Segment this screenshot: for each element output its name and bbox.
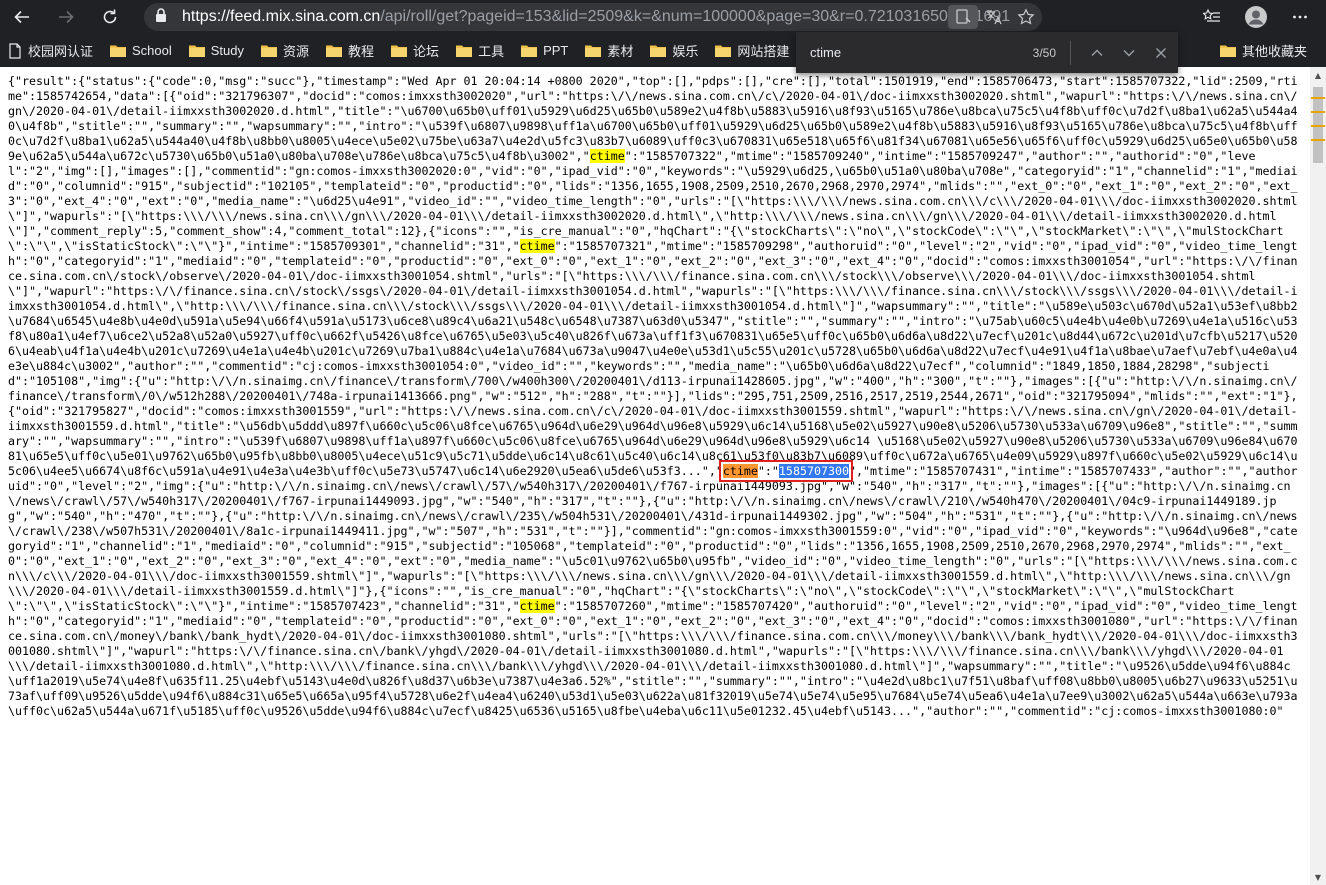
page-content: {"result":{"status":{"code":0,"msg":"suc…	[0, 67, 1310, 885]
bookmark-folder-forums[interactable]: 论坛	[383, 38, 448, 64]
find-input[interactable]: ctime	[810, 45, 996, 60]
star-icon	[1017, 8, 1035, 25]
scroll-down-arrow-icon[interactable]: ▼	[1310, 869, 1326, 885]
folder-icon	[110, 44, 127, 57]
chevron-down-icon	[1123, 49, 1135, 56]
folder-icon	[715, 44, 732, 57]
find-match-current: ctime	[722, 464, 758, 478]
bookmark-label: 工具	[478, 44, 505, 59]
folder-icon	[188, 44, 205, 57]
bookmark-label: 其他收藏夹	[1241, 44, 1307, 59]
folder-icon	[585, 44, 602, 57]
bookmark-folder-study[interactable]: Study	[181, 38, 253, 64]
scroll-up-arrow-icon[interactable]: ▲	[1310, 67, 1326, 83]
bookmark-item-campus-auth[interactable]: 校园网认证	[0, 38, 102, 64]
bookmark-folder-resources[interactable]: 资源	[253, 38, 318, 64]
settings-more-button[interactable]	[1278, 0, 1322, 34]
bookmark-label: Study	[210, 43, 245, 58]
translate-icon	[987, 10, 1002, 25]
folder-icon	[326, 44, 343, 57]
bookmark-label: 教程	[348, 44, 375, 59]
bookmark-folder-tutorials[interactable]: 教程	[318, 38, 383, 64]
find-match-marker	[1311, 139, 1325, 141]
json-text-run: ":"1585707322","mtime":"1585709240","int…	[8, 149, 1298, 253]
json-text-run: ","mtime":"1585707431","intime":"1585707…	[8, 464, 1298, 613]
find-previous-button[interactable]	[1081, 37, 1113, 69]
bookmark-label: 网站搭建	[737, 44, 790, 59]
find-next-button[interactable]	[1113, 37, 1145, 69]
chevron-up-icon	[1091, 49, 1103, 56]
bookmark-label: School	[132, 43, 172, 58]
more-horizontal-icon	[1293, 15, 1307, 19]
folder-icon	[456, 44, 473, 57]
vertical-scrollbar[interactable]: ▲ ▼	[1310, 67, 1326, 885]
avatar-icon	[1245, 6, 1267, 28]
close-icon	[1156, 47, 1166, 58]
folder-icon	[261, 44, 278, 57]
folder-icon	[650, 44, 667, 57]
reader-icon	[956, 9, 971, 24]
bookmark-label: PPT	[543, 43, 569, 58]
bookmark-label: 资源	[283, 44, 310, 59]
find-match-marker	[1311, 111, 1325, 113]
favorite-star-button[interactable]	[1010, 3, 1042, 31]
folder-icon	[391, 44, 408, 57]
browser-toolbar: https://feed.mix.sina.com.cn/api/roll/ge…	[0, 0, 1326, 34]
find-match-marker	[1311, 97, 1325, 99]
bookmark-folder-school[interactable]: School	[102, 38, 181, 64]
address-bar[interactable]: https://feed.mix.sina.com.cn/api/roll/ge…	[144, 3, 1042, 31]
back-button[interactable]	[0, 0, 44, 34]
folder-icon	[521, 44, 538, 57]
arrow-right-icon	[59, 10, 74, 24]
json-text-run: ":"1585707321","mtime":"1585709298","aut…	[8, 239, 1298, 478]
url-path: /api/roll/get?pageid=153&lid=2509&k=&num…	[380, 8, 1011, 25]
annotation-highlight-box: ctime":"1585707300	[718, 460, 854, 482]
find-match-count: 3/50	[1032, 45, 1056, 60]
arrow-left-icon	[14, 10, 29, 24]
bookmark-folder-website-building[interactable]: 网站搭建	[707, 38, 798, 64]
find-match-highlight: ctime	[589, 149, 625, 163]
url-host: https://feed.mix.sina.com.cn	[182, 8, 381, 25]
find-match-highlight: ctime	[519, 239, 555, 253]
translate-button[interactable]	[978, 3, 1010, 31]
page-icon	[8, 42, 22, 59]
json-text-run: ":"	[757, 464, 779, 478]
reload-icon	[103, 9, 117, 24]
find-close-button[interactable]	[1145, 37, 1177, 69]
selected-text: 1585707300	[778, 464, 850, 478]
favorites-list-icon	[1203, 8, 1220, 22]
other-favorites-folder[interactable]: 其他收藏夹	[1212, 38, 1316, 64]
profile-button[interactable]	[1234, 0, 1278, 34]
bookmark-label: 素材	[607, 44, 634, 59]
bookmark-folder-ppt[interactable]: PPT	[513, 38, 577, 64]
url-text[interactable]: https://feed.mix.sina.com.cn/api/roll/ge…	[182, 8, 1010, 26]
bookmark-label: 校园网认证	[28, 44, 94, 59]
raw-json-text: {"result":{"status":{"code":0,"msg":"suc…	[0, 67, 1302, 719]
bookmark-label: 论坛	[413, 44, 440, 59]
bookmark-folder-entertainment[interactable]: 娱乐	[642, 38, 707, 64]
reload-button[interactable]	[88, 0, 132, 34]
json-text-run: ":"1585707260","mtime":"1585707420","aut…	[8, 599, 1298, 718]
find-divider	[1070, 40, 1071, 65]
folder-icon	[1219, 44, 1236, 57]
find-in-page-bar: ctime 3/50	[796, 32, 1178, 73]
favorites-button[interactable]	[1190, 0, 1234, 34]
forward-button[interactable]	[44, 0, 88, 34]
reader-view-button[interactable]	[948, 5, 978, 29]
find-match-highlight: ctime	[519, 599, 555, 613]
bookmark-label: 娱乐	[672, 44, 699, 59]
bookmark-folder-tools[interactable]: 工具	[448, 38, 513, 64]
find-match-marker	[1311, 125, 1325, 127]
lock-icon[interactable]	[154, 7, 168, 27]
bookmark-folder-materials[interactable]: 素材	[577, 38, 642, 64]
